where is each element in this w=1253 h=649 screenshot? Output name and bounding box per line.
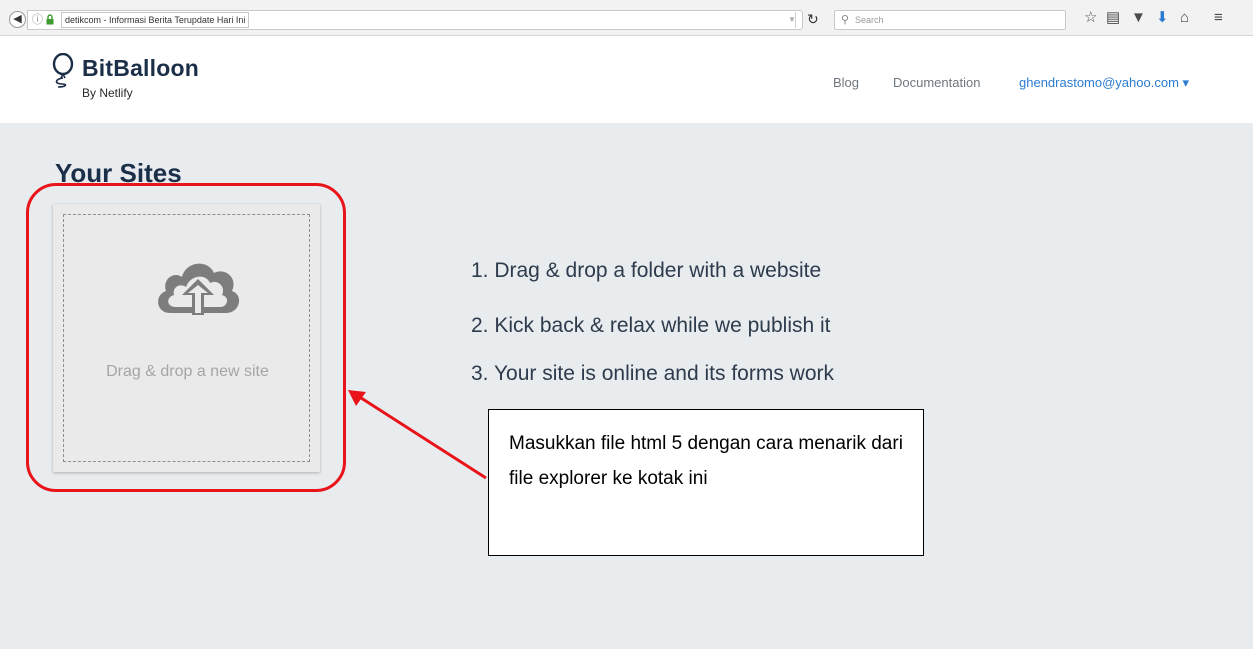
instruction-step-3: 3. Your site is online and its forms wor… [471,362,835,385]
menu-icon[interactable]: ≡ [1214,9,1223,27]
instruction-step-2: 2. Kick back & relax while we publish it [471,314,831,337]
site-header: BitBalloon By Netlify Blog Documentation… [0,37,1253,123]
info-icon[interactable]: ⓘ [32,13,43,27]
browser-toolbar: ◀ ⓘ detikcom - Informasi Berita Terupdat… [0,0,1253,36]
annotation-callout-text: Masukkan file html 5 dengan cara menarik… [509,433,903,489]
reload-icon[interactable]: ↻ [807,10,819,28]
url-bar[interactable]: ⓘ detikcom - Informasi Berita Terupdate … [27,10,803,30]
user-account-menu[interactable]: ghendrastomo@yahoo.com ▾ [1019,75,1189,91]
brand-subtitle: By Netlify [82,86,133,100]
bookmark-star-icon[interactable]: ☆ [1084,9,1097,27]
nav-blog-link[interactable]: Blog [833,75,859,91]
lock-icon [46,14,54,25]
search-icon: ⚲ [841,14,850,26]
search-placeholder: Search [855,15,884,25]
home-icon[interactable]: ⌂ [1180,9,1189,27]
annotation-callout-box: Masukkan file html 5 dengan cara menarik… [488,409,924,556]
page-tab-title[interactable]: detikcom - Informasi Berita Terupdate Ha… [61,12,250,28]
nav-documentation-link[interactable]: Documentation [893,75,980,91]
pocket-icon[interactable]: ▼ [1131,9,1146,27]
brand-name[interactable]: BitBalloon [82,55,199,81]
search-input[interactable]: ⚲ Search [834,10,1066,30]
divider [795,12,796,28]
balloon-logo-icon[interactable] [50,53,76,89]
main-content: Your Sites Drag & drop a new site 1. Dra… [0,123,1253,649]
annotation-arrow [348,390,487,480]
download-icon[interactable]: ⬇ [1156,9,1169,27]
back-icon[interactable]: ◀ [9,11,26,28]
clipboard-icon[interactable]: ▤ [1106,9,1120,27]
instruction-step-1: 1. Drag & drop a folder with a website [471,259,822,282]
annotation-highlight-ring [26,183,346,492]
